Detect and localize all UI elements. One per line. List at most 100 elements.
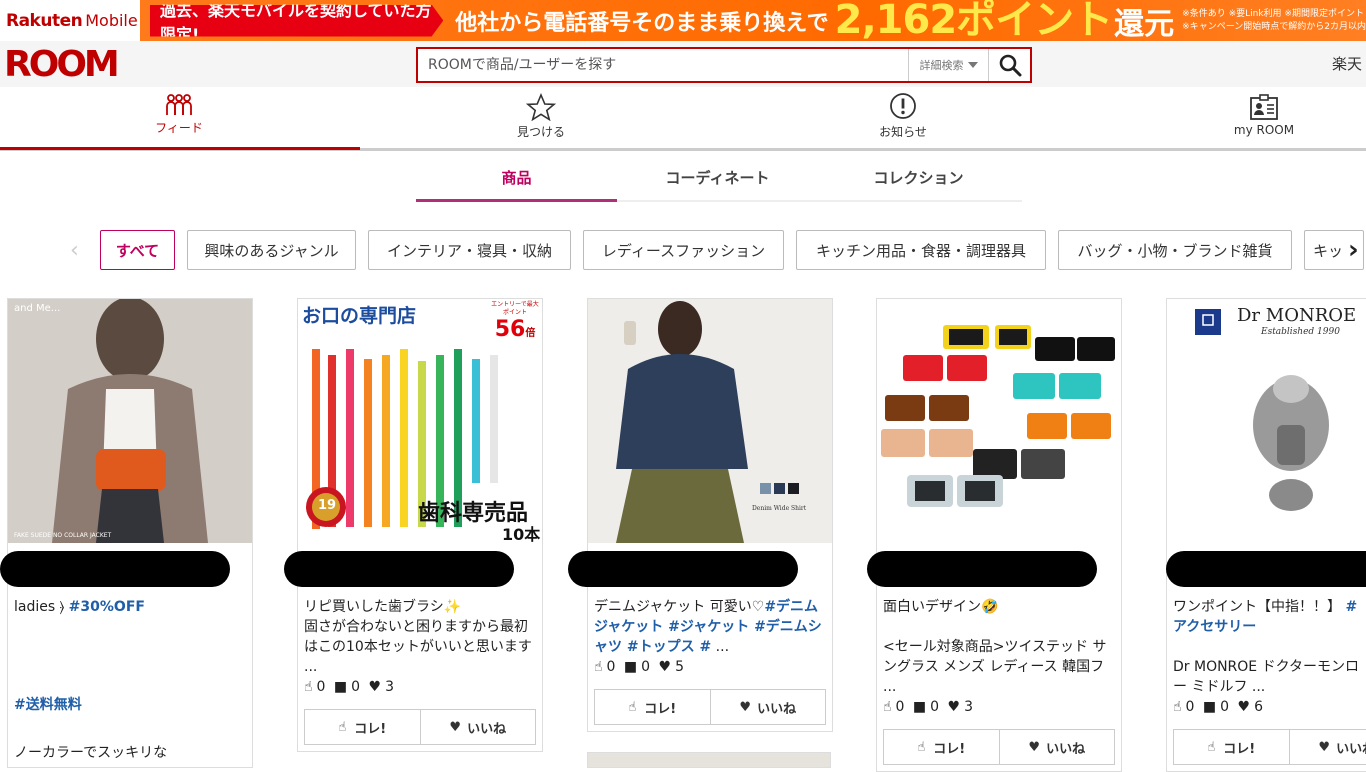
heart-icon: ♥ — [948, 699, 961, 715]
cole-button[interactable]: ☝コレ! — [884, 730, 999, 764]
product-description: 面白いデザイン🤣 <セール対象商品>ツイステッド サングラス メンズ レディース… — [877, 597, 1122, 697]
banner-headline: 他社から電話番号そのまま乗り換えで — [455, 5, 828, 37]
nav-my-room[interactable]: my ROOM — [1228, 93, 1300, 137]
card-actions: ☝ コレ! ♥いいね — [594, 689, 826, 725]
heart-icon: ♥ — [659, 659, 672, 675]
image-caption: Denim Wide Shirt — [752, 505, 806, 512]
tab-collection[interactable]: コレクション — [818, 158, 1019, 200]
cole-count: 0 — [1186, 699, 1195, 715]
like-count: 5 — [675, 659, 684, 675]
main-nav: フィード 見つける お知らせ my ROOM — [0, 87, 1366, 151]
comment-icon: ■ — [1203, 699, 1216, 715]
chevron-left-icon[interactable]: ‹ — [70, 238, 79, 263]
cole-button-label: コレ! — [644, 698, 676, 717]
room-logo[interactable]: ROOM — [4, 45, 117, 85]
hashtag[interactable]: #30%OFF — [69, 599, 145, 615]
chip-interior[interactable]: インテリア・寝具・収納 — [368, 230, 571, 270]
description-text: デニムジャケット 可愛い♡ — [594, 599, 764, 615]
product-card[interactable]: Dr MONROE Established 1990 ワンポイント【中指！！】 … — [1166, 298, 1366, 772]
next-card-preview[interactable] — [587, 752, 831, 768]
pointing-hand-icon: ☝ — [628, 700, 636, 715]
stats-row: ☝0 ■0 ♥6 — [1167, 697, 1366, 717]
like-button-label: いいね — [1336, 738, 1366, 757]
like-button[interactable]: ♥いいね — [710, 690, 826, 724]
detail-search-dropdown[interactable]: 詳細検索 — [908, 49, 988, 81]
comment-icon: ■ — [913, 699, 926, 715]
product-image[interactable]: お口の専門店 エントリーで最大 ポイント 56倍 19 歯科専売品 10本 — [298, 299, 542, 543]
like-button[interactable]: ♥いいね — [1289, 730, 1366, 764]
promo-banner[interactable]: Rakuten Mobile 過去、楽天モバイルを契約していた方限定! 他社から… — [0, 0, 1366, 41]
redacted-username — [0, 551, 230, 587]
cole-button[interactable]: ☝コレ! — [305, 710, 420, 744]
heart-icon: ♥ — [369, 679, 382, 695]
chevron-right-icon[interactable]: › — [1348, 235, 1359, 265]
product-description: リピ買いした歯ブラシ✨ 固さが合わないと困りますから最初はこの10本セットがいい… — [298, 597, 543, 677]
heart-icon: ♥ — [1238, 699, 1251, 715]
nav-notifications[interactable]: お知らせ — [872, 93, 934, 140]
cole-count-icon: ☝ — [594, 659, 603, 675]
cole-count: 0 — [317, 679, 326, 695]
tab-products[interactable]: 商品 — [416, 158, 617, 200]
cole-button[interactable]: ☝ コレ! — [1174, 730, 1289, 764]
banner-notes: ※条件あり ※要Link利用 ※期間限定ポイント ※キャンペーン開始時点で解約か… — [1182, 8, 1366, 34]
site-header: ROOM 詳細検索 楽天 — [0, 41, 1366, 87]
stats-row: ☝0 ■0 ♥3 — [298, 677, 543, 697]
product-card[interactable]: and Me... FAKE SUEDE NO COLLAR JACKET la… — [7, 298, 253, 768]
nav-feed[interactable]: フィード — [148, 93, 210, 136]
cole-button-label: コレ! — [1223, 738, 1255, 757]
tab-coordinate[interactable]: コーディネート — [617, 158, 818, 200]
chip-kitchen[interactable]: キッチン用品・食器・調理器具 — [796, 230, 1046, 270]
banner-tag: 過去、楽天モバイルを契約していた方限定! — [150, 5, 443, 37]
chip-bags[interactable]: バッグ・小物・ブランド雑貨 — [1058, 230, 1292, 270]
redacted-username — [867, 551, 1097, 587]
chip-interest[interactable]: 興味のあるジャンル — [187, 230, 356, 270]
image-established: Established 1990 — [1261, 327, 1340, 337]
stats-row: ☝0 ■0 ♥3 — [877, 697, 1122, 717]
banner-note-2: ※キャンペーン開始時点で解約から2カ月以内 — [1182, 21, 1366, 34]
image-badge-number: 56 — [495, 317, 526, 342]
cole-count-icon: ☝ — [1173, 699, 1182, 715]
rakuten-mobile-logo[interactable]: Rakuten Mobile — [0, 0, 140, 41]
search-input[interactable] — [418, 49, 908, 81]
comment-icon: ■ — [334, 679, 347, 695]
stats-row: ☝0 ■0 ♥5 — [588, 657, 833, 677]
banner-ad[interactable]: 過去、楽天モバイルを契約していた方限定! 他社から電話番号そのまま乗り換えで 2… — [140, 0, 1366, 41]
card-actions: ☝コレ! ♥いいね — [304, 709, 536, 745]
profile-card-icon — [1248, 93, 1280, 121]
cole-button-label: コレ! — [354, 718, 386, 737]
chip-all[interactable]: すべて — [100, 230, 175, 270]
exclamation-icon — [888, 93, 918, 121]
genre-filter-bar: ‹ すべて 興味のあるジャンル インテリア・寝具・収納 レディースファッション … — [70, 230, 1366, 270]
comment-count: 0 — [351, 679, 360, 695]
image-title: お口の専門店 — [302, 301, 416, 328]
nav-active-indicator — [0, 147, 360, 150]
product-image[interactable] — [877, 299, 1121, 543]
rakuten-link[interactable]: 楽天 — [1332, 53, 1362, 74]
image-brand: Dr MONROE — [1237, 305, 1356, 326]
product-image[interactable]: Denim Wide Shirt — [588, 299, 832, 543]
nav-discover[interactable]: 見つける — [510, 93, 572, 140]
heart-icon: ♥ — [449, 720, 461, 735]
product-description: デニムジャケット 可愛い♡#デニムジャケット #ジャケット #デニムシャツ #ト… — [588, 597, 833, 657]
banner-points: 2,162ポイント — [835, 0, 1113, 41]
product-card[interactable]: 面白いデザイン🤣 <セール対象商品>ツイステッド サングラス メンズ レディース… — [876, 298, 1122, 772]
cole-button[interactable]: ☝ コレ! — [595, 690, 710, 724]
redacted-username — [568, 551, 798, 587]
like-button[interactable]: ♥いいね — [999, 730, 1115, 764]
search-button[interactable] — [988, 49, 1030, 81]
people-icon — [163, 93, 195, 117]
product-image[interactable]: Dr MONROE Established 1990 — [1167, 299, 1366, 543]
product-image[interactable]: and Me... FAKE SUEDE NO COLLAR JACKET — [8, 299, 252, 543]
chip-ladies-fashion[interactable]: レディースファッション — [583, 230, 784, 270]
banner-note-1: ※条件あり ※要Link利用 ※期間限定ポイント — [1182, 8, 1366, 21]
like-button[interactable]: ♥いいね — [420, 710, 536, 744]
nav-my-room-label: my ROOM — [1234, 123, 1294, 137]
image-seal: 19 — [318, 498, 336, 513]
product-card[interactable]: お口の専門店 エントリーで最大 ポイント 56倍 19 歯科専売品 10本 リピ… — [297, 298, 543, 752]
comment-count: 0 — [641, 659, 650, 675]
redacted-username — [1166, 551, 1366, 587]
product-card[interactable]: Denim Wide Shirt デニムジャケット 可愛い♡#デニムジャケット … — [587, 298, 833, 732]
nav-discover-label: 見つける — [517, 123, 565, 140]
hashtag[interactable]: #送料無料 — [14, 695, 248, 715]
pointing-hand-icon: ☝ — [1207, 740, 1215, 755]
